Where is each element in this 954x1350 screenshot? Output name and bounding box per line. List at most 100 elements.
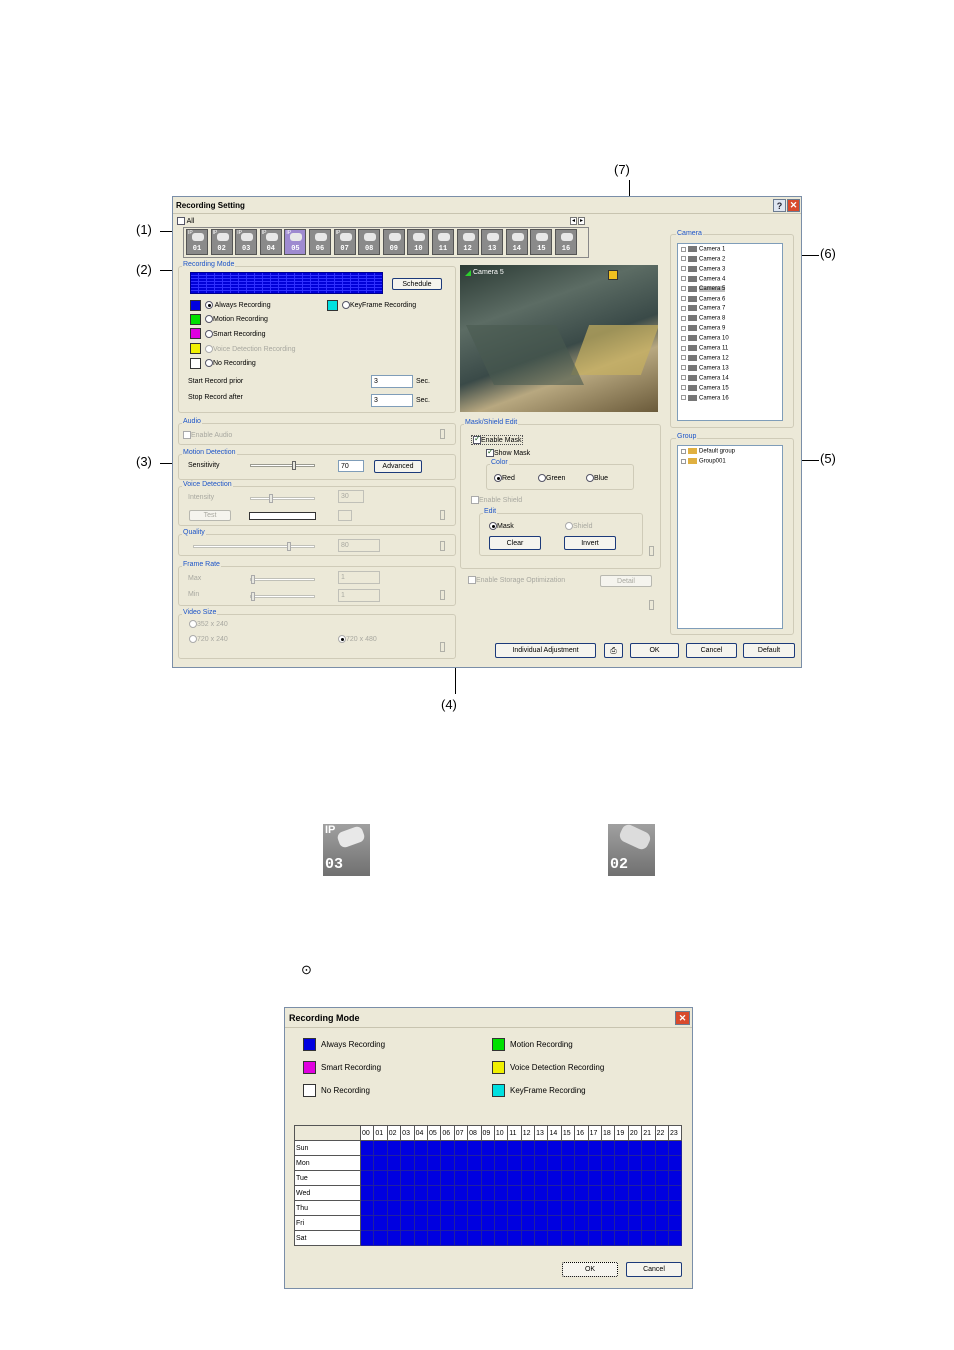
schedule-cell[interactable] xyxy=(587,1200,603,1216)
schedule-cell[interactable] xyxy=(493,1230,509,1246)
schedule-cell[interactable] xyxy=(627,1215,643,1231)
schedule-cell[interactable] xyxy=(373,1155,388,1171)
camera-button-12[interactable]: 12 xyxy=(456,229,479,255)
schedule-cell[interactable] xyxy=(507,1215,522,1231)
schedule-cell[interactable] xyxy=(667,1140,683,1156)
camera-button-09[interactable]: 09 xyxy=(382,229,405,255)
schedule-cell[interactable] xyxy=(654,1185,669,1201)
schedule-cell[interactable] xyxy=(587,1215,603,1231)
camera-tree-item[interactable]: Camera 6 xyxy=(681,295,725,302)
schedule-cell[interactable] xyxy=(440,1140,455,1156)
schedule-cell[interactable] xyxy=(413,1140,428,1156)
schedule-cell[interactable] xyxy=(493,1140,509,1156)
schedule-cell[interactable] xyxy=(413,1185,428,1201)
schedule-cell[interactable] xyxy=(359,1200,375,1216)
schedule-cell[interactable] xyxy=(400,1215,415,1231)
schedule-cell[interactable] xyxy=(641,1200,656,1216)
keyframe-radio-row[interactable]: KeyFrame Recording xyxy=(342,301,416,309)
schedule-cell[interactable] xyxy=(480,1200,495,1216)
legend-motion-swatch[interactable] xyxy=(492,1038,505,1051)
schedule-cell[interactable] xyxy=(386,1155,402,1171)
camera-tree-item[interactable]: Camera 3 xyxy=(681,265,725,272)
schedule-cell[interactable] xyxy=(534,1140,549,1156)
frame-min-slider-thumb[interactable] xyxy=(251,592,255,601)
expand-icon[interactable] xyxy=(681,315,686,321)
intensity-slider[interactable] xyxy=(250,494,315,503)
clear-button[interactable]: Clear xyxy=(489,536,541,550)
schedule-cell[interactable] xyxy=(413,1155,428,1171)
camera-tree-item[interactable]: Camera 9 xyxy=(681,325,725,332)
schedule-cell[interactable] xyxy=(359,1230,375,1246)
camera-tree-item[interactable]: Camera 4 xyxy=(681,275,725,282)
dialog-ok-button[interactable]: OK xyxy=(562,1262,618,1277)
schedule-cell[interactable] xyxy=(386,1200,402,1216)
camera-tree-item[interactable]: Camera 8 xyxy=(681,315,725,322)
expand-icon[interactable] xyxy=(681,335,686,341)
schedule-cell[interactable] xyxy=(400,1230,415,1246)
enable-audio-checkbox[interactable] xyxy=(183,431,191,439)
hour-header[interactable]: 01 xyxy=(373,1125,388,1141)
size-720x240-radio[interactable] xyxy=(189,635,197,643)
schedule-cell[interactable] xyxy=(359,1215,375,1231)
schedule-cell[interactable] xyxy=(614,1230,629,1246)
expand-icon[interactable] xyxy=(681,246,686,252)
schedule-cell[interactable] xyxy=(667,1230,683,1246)
camera-tree-item[interactable]: Camera 14 xyxy=(681,374,729,381)
schedule-cell[interactable] xyxy=(627,1185,643,1201)
mask-info-icon[interactable] xyxy=(649,546,654,556)
size-352-row[interactable]: 352 x 240 xyxy=(189,620,228,628)
schedule-cell[interactable] xyxy=(601,1155,616,1171)
frame-min-value[interactable]: 1 xyxy=(338,589,380,602)
expand-icon[interactable] xyxy=(681,458,686,464)
camera-tree-item[interactable]: Camera 11 xyxy=(681,345,728,352)
sensitivity-slider[interactable] xyxy=(250,461,315,470)
storage-info-icon[interactable] xyxy=(649,600,654,610)
schedule-cell[interactable] xyxy=(601,1200,616,1216)
schedule-cell[interactable] xyxy=(547,1215,562,1231)
schedule-cell[interactable] xyxy=(507,1200,522,1216)
schedule-cell[interactable] xyxy=(627,1230,643,1246)
group-tree-item[interactable]: Group001 xyxy=(681,458,726,465)
expand-icon[interactable] xyxy=(681,385,686,391)
expand-icon[interactable] xyxy=(681,448,686,454)
schedule-cell[interactable] xyxy=(467,1170,482,1186)
voice-radio-row[interactable]: Voice Detection Recording xyxy=(205,345,296,353)
schedule-cell[interactable] xyxy=(453,1215,469,1231)
schedule-cell[interactable] xyxy=(440,1170,455,1186)
schedule-cell[interactable] xyxy=(534,1170,549,1186)
schedule-cell[interactable] xyxy=(493,1155,509,1171)
frame-rate-info-icon[interactable] xyxy=(440,590,445,600)
schedule-cell[interactable] xyxy=(400,1185,415,1201)
schedule-cell[interactable] xyxy=(587,1230,603,1246)
hour-header[interactable]: 15 xyxy=(560,1125,576,1141)
schedule-cell[interactable] xyxy=(547,1185,562,1201)
schedule-cell[interactable] xyxy=(654,1155,669,1171)
schedule-cell[interactable] xyxy=(654,1230,669,1246)
camera-button-04[interactable]: IP 04 xyxy=(259,229,282,255)
expand-icon[interactable] xyxy=(681,266,686,272)
schedule-cell[interactable] xyxy=(480,1215,495,1231)
schedule-cell[interactable] xyxy=(386,1215,402,1231)
camera-tree-item[interactable]: Camera 15 xyxy=(681,384,729,391)
camera-tree-item[interactable]: Camera 13 xyxy=(681,364,729,371)
day-header[interactable]: Sun xyxy=(294,1140,361,1156)
schedule-cell[interactable] xyxy=(359,1185,375,1201)
hour-header[interactable]: 20 xyxy=(627,1125,643,1141)
smart-radio[interactable] xyxy=(205,330,213,338)
schedule-cell[interactable] xyxy=(440,1185,455,1201)
schedule-cell[interactable] xyxy=(493,1215,509,1231)
hour-header[interactable]: 13 xyxy=(534,1125,549,1141)
schedule-cell[interactable] xyxy=(534,1230,549,1246)
schedule-cell[interactable] xyxy=(641,1215,656,1231)
camera-tree-item[interactable]: Camera 7 xyxy=(681,305,725,312)
schedule-cell[interactable] xyxy=(534,1185,549,1201)
camera-tree-item[interactable]: Camera 2 xyxy=(681,255,725,262)
schedule-cell[interactable] xyxy=(560,1185,576,1201)
day-header[interactable]: Wed xyxy=(294,1185,361,1201)
schedule-cell[interactable] xyxy=(493,1185,509,1201)
mask-opt-row[interactable]: Mask xyxy=(489,522,514,530)
enable-audio-row[interactable]: Enable Audio xyxy=(183,431,232,439)
schedule-cell[interactable] xyxy=(480,1155,495,1171)
expand-icon[interactable] xyxy=(681,375,686,381)
expand-icon[interactable] xyxy=(681,256,686,262)
